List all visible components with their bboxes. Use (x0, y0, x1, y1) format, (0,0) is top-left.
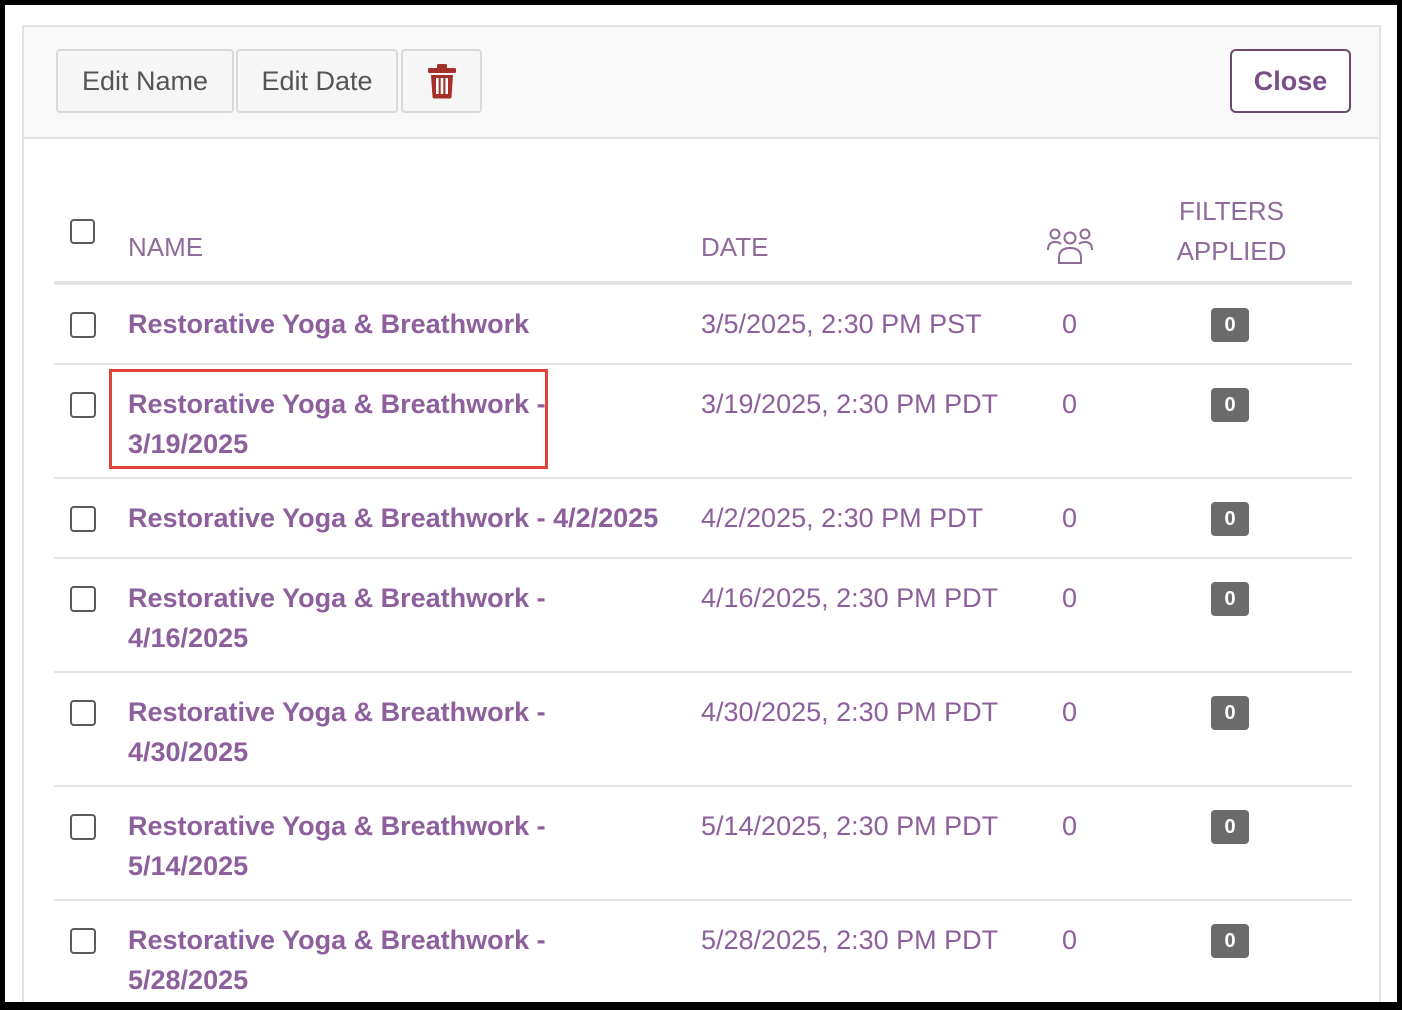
select-all-checkbox[interactable] (70, 219, 95, 244)
table-row: Restorative Yoga & Breathwork - 3/19/202… (54, 365, 1352, 479)
toolbar: Edit Name Edit Date Close (24, 27, 1379, 139)
filters-badge: 0 (1211, 810, 1249, 844)
table-row: Restorative Yoga & Breathwork 3/5/2025, … (54, 285, 1352, 365)
event-date: 4/30/2025, 2:30 PM PDT (701, 697, 999, 727)
filters-badge: 0 (1211, 696, 1249, 730)
attendee-count: 0 (1062, 309, 1078, 339)
table-row: Restorative Yoga & Breathwork - 4/30/202… (54, 673, 1352, 787)
event-list-panel: Edit Name Edit Date Close NAME DATE FILT… (22, 25, 1381, 1002)
event-name-link[interactable]: Restorative Yoga & Breathwork - 4/16/202… (128, 578, 668, 658)
row-checkbox[interactable] (70, 312, 96, 338)
filters-badge: 0 (1211, 388, 1249, 422)
row-checkbox[interactable] (70, 586, 96, 612)
filters-badge: 0 (1211, 924, 1249, 958)
row-checkbox[interactable] (70, 700, 96, 726)
filters-badge: 0 (1211, 308, 1249, 342)
event-name-link[interactable]: Restorative Yoga & Breathwork - 5/28/202… (128, 920, 668, 1000)
table-row: Restorative Yoga & Breathwork - 4/16/202… (54, 559, 1352, 673)
window-frame: Edit Name Edit Date Close NAME DATE FILT… (0, 0, 1402, 1010)
table-header: NAME DATE FILTERS APPLIED (54, 167, 1352, 285)
event-name-link[interactable]: Restorative Yoga & Breathwork - 3/19/202… (128, 384, 668, 464)
attendee-count: 0 (1062, 503, 1078, 533)
filters-header-line1: FILTERS (1179, 196, 1284, 226)
row-checkbox[interactable] (70, 928, 96, 954)
edit-name-button[interactable]: Edit Name (56, 49, 234, 113)
event-date: 5/14/2025, 2:30 PM PDT (701, 811, 999, 841)
row-checkbox[interactable] (70, 392, 96, 418)
table-row: Restorative Yoga & Breathwork - 5/28/202… (54, 901, 1352, 1002)
attendee-count: 0 (1062, 389, 1078, 419)
event-date: 5/28/2025, 2:30 PM PDT (701, 925, 999, 955)
filters-applied-column-header[interactable]: FILTERS APPLIED (1174, 191, 1289, 271)
event-name-link[interactable]: Restorative Yoga & Breathwork - 5/14/202… (128, 806, 668, 886)
attendee-count: 0 (1062, 697, 1078, 727)
event-date: 4/2/2025, 2:30 PM PDT (701, 503, 984, 533)
row-checkbox[interactable] (70, 814, 96, 840)
table-row: Restorative Yoga & Breathwork - 4/2/2025… (54, 479, 1352, 559)
edit-date-button[interactable]: Edit Date (236, 49, 398, 113)
trash-icon (427, 64, 456, 99)
filters-badge: 0 (1211, 582, 1249, 616)
date-column-header[interactable]: DATE (701, 232, 768, 263)
name-column-header[interactable]: NAME (128, 232, 203, 263)
event-name-link[interactable]: Restorative Yoga & Breathwork - 4/30/202… (128, 692, 668, 772)
attendee-count: 0 (1062, 583, 1078, 613)
delete-button[interactable] (401, 49, 482, 113)
table-row: Restorative Yoga & Breathwork - 5/14/202… (54, 787, 1352, 901)
event-name-link[interactable]: Restorative Yoga & Breathwork (128, 304, 668, 344)
attendee-count: 0 (1062, 811, 1078, 841)
close-button[interactable]: Close (1230, 49, 1351, 113)
filters-header-line2: APPLIED (1176, 236, 1287, 266)
attendee-count: 0 (1062, 925, 1078, 955)
event-date: 3/19/2025, 2:30 PM PDT (701, 389, 999, 419)
event-date: 4/16/2025, 2:30 PM PDT (701, 583, 999, 613)
filters-badge: 0 (1211, 502, 1249, 536)
attendees-column-header[interactable] (1047, 227, 1093, 270)
event-date: 3/5/2025, 2:30 PM PST (701, 309, 982, 339)
row-checkbox[interactable] (70, 506, 96, 532)
event-table-body: Restorative Yoga & Breathwork 3/5/2025, … (54, 285, 1352, 1002)
event-name-link[interactable]: Restorative Yoga & Breathwork - 4/2/2025 (128, 498, 708, 538)
people-icon (1047, 228, 1093, 264)
